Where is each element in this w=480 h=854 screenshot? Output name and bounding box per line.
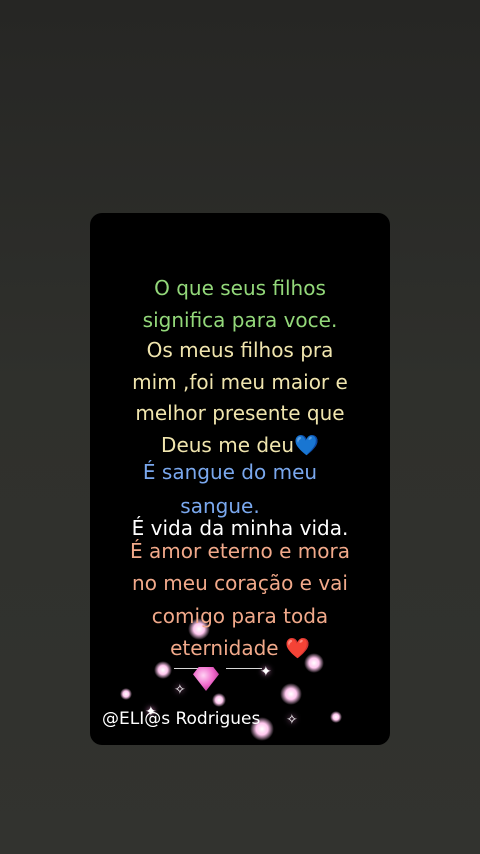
- diamond-gem-icon: [193, 667, 219, 691]
- red-heart-icon: ❤️: [284, 636, 310, 660]
- sparkle-star-decoration: ✧: [174, 682, 186, 698]
- post-line-5: melhor presente que: [135, 401, 345, 425]
- post-line-4: mim ,foi meu maior e: [132, 370, 348, 394]
- post-line-6-text: Deus me deu: [161, 433, 295, 457]
- post-line-13: eternidade ❤️: [90, 636, 390, 660]
- sparkle-decoration: [154, 661, 172, 679]
- post-line-8: sangue.: [180, 494, 260, 518]
- sparkle-decoration: [280, 683, 302, 705]
- post-line-2: significa para voce.: [142, 308, 338, 332]
- blue-heart-icon: 💙: [294, 433, 319, 457]
- sparkle-decoration: [120, 688, 132, 700]
- sparkle-star-decoration: ✧: [286, 712, 298, 728]
- post-line-10: É amor eterno e mora: [130, 539, 350, 563]
- post-line-6: Deus me deu💙: [90, 433, 390, 457]
- post-line-1: O que seus filhos: [154, 276, 326, 300]
- post-card: ✦ ✦ ✧ ✧ O que seus filhos significa para…: [90, 213, 390, 745]
- post-line-7: É sangue do meu: [142, 460, 318, 484]
- author-credit: @ELI@s Rodrigues: [102, 709, 261, 729]
- post-line-9: É vida da minha vida.: [131, 516, 349, 540]
- divider-right: [226, 668, 262, 669]
- post-line-11: no meu coração e vai: [132, 571, 348, 595]
- post-line-12: comigo para toda: [151, 604, 329, 628]
- post-line-13-text: eternidade: [170, 636, 279, 660]
- sparkle-decoration: [212, 693, 226, 707]
- sparkle-decoration: [330, 711, 342, 723]
- post-line-3: Os meus filhos pra: [146, 338, 334, 362]
